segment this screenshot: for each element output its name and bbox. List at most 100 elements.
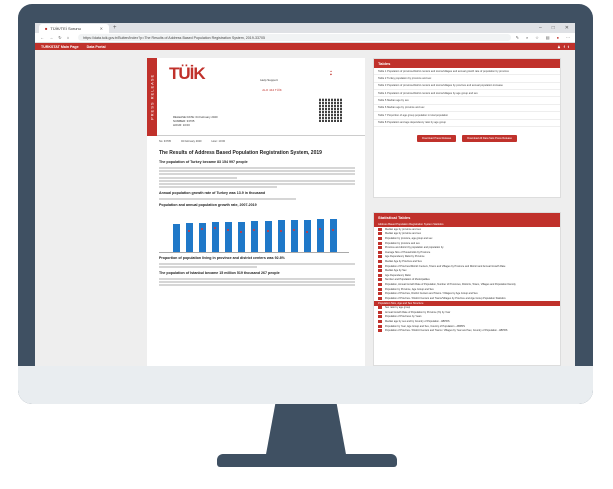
bulletin-body: No: 33705 04 February 2020 Hour: 10:00 T… — [159, 140, 355, 287]
bulletin-title: The Results of Address Based Population … — [159, 149, 322, 156]
chart-title: Population and annual population growth … — [159, 203, 257, 208]
excel-icon — [378, 292, 382, 296]
statistical-tables-panel: Statistical Tables Address Based Populat… — [373, 212, 561, 366]
minimize-icon[interactable]: – — [539, 25, 542, 31]
new-tab-icon[interactable]: + — [113, 25, 117, 31]
excel-icon — [378, 255, 382, 259]
extension-icon[interactable]: ✎ — [516, 35, 519, 40]
excel-icon — [378, 250, 382, 254]
stats-panel-title: Statistical Tables — [374, 213, 560, 222]
excel-icon — [378, 306, 382, 310]
tables-panel: Tables Table 1 Population of province/di… — [373, 58, 561, 198]
excel-icon — [378, 259, 382, 263]
growth-rate-point — [266, 229, 269, 232]
tab-strip: ■ TÜİK/TEİ Sorunu ✕ + – □ ✕ — [35, 23, 575, 33]
heading-proportion: Proportion of population living in provi… — [159, 255, 285, 260]
excel-icon — [378, 246, 382, 250]
table-link[interactable]: Table 1 Population of province/district … — [374, 68, 560, 76]
site-nav: TURKSTAT Main Page Data Portal ♟ f t — [35, 43, 575, 50]
tables-panel-title: Tables — [374, 59, 560, 68]
secondary-logo-icon: ▲ ◆ — [329, 70, 333, 77]
page-content: PRESS RELEASE TÜİK Help Support ALO 444 … — [35, 50, 575, 366]
paragraph-lines — [159, 167, 355, 179]
table-link[interactable]: Table 2 Turkey population by province an… — [374, 75, 560, 83]
chart-bar — [277, 220, 285, 252]
url-input[interactable]: https://data.tuik.gov.tr/Bulten/Index?p=… — [78, 34, 511, 41]
help-phone[interactable]: ALO 444 TÜİK — [262, 88, 281, 92]
population-chart — [159, 211, 349, 253]
excel-icon — [378, 329, 382, 333]
table-link[interactable]: Table 7 Proportion of age group populati… — [374, 112, 560, 120]
nav-data-portal[interactable]: Data Portal — [87, 45, 106, 49]
monitor-base — [217, 454, 397, 467]
chart-bar — [186, 223, 194, 252]
chart-bar — [251, 221, 259, 252]
reload-icon[interactable]: ↻ — [58, 35, 61, 40]
home-icon[interactable]: ⌂ — [67, 35, 69, 40]
profile-icon[interactable]: ● — [557, 35, 559, 40]
chart-bar — [225, 222, 233, 252]
nav-main-page[interactable]: TURKSTAT Main Page — [41, 45, 79, 49]
excel-icon — [378, 236, 382, 240]
monitor-chin — [18, 366, 593, 404]
chart-bar — [316, 219, 324, 252]
excel-icon — [378, 278, 382, 282]
table-link[interactable]: Table 3 Population of province/district … — [374, 83, 560, 91]
browser-tab[interactable]: ■ TÜİK/TEİ Sorunu ✕ — [39, 24, 109, 33]
chart-bar — [264, 220, 272, 252]
download-press-release-button[interactable]: Download Press Release — [417, 134, 457, 142]
address-bar-row: ← → ↻ ⌂ https://data.tuik.gov.tr/Bulten/… — [35, 33, 575, 43]
growth-rate-point — [188, 229, 191, 232]
menu-icon[interactable]: ⋯ — [566, 35, 570, 40]
date-text: 04 February 2020 — [180, 140, 202, 143]
bookmark-icon[interactable]: ▤ — [546, 35, 550, 40]
press-release-strip: PRESS RELEASE — [147, 58, 157, 136]
excel-icon — [378, 324, 382, 328]
close-icon[interactable]: ✕ — [100, 26, 103, 31]
release-hour: HOUR: 10:00 — [173, 122, 190, 127]
paragraph-lines — [159, 262, 355, 268]
table-link[interactable]: Table 8 Population and age dependency ra… — [374, 120, 560, 127]
help-support-label: Help Support — [260, 78, 278, 82]
table-link[interactable]: Table 6 Median age by province and sex — [374, 105, 560, 113]
table-link[interactable]: Table 5 Median age by sex — [374, 97, 560, 105]
back-icon[interactable]: ← — [40, 35, 44, 40]
growth-rate-point — [305, 230, 308, 233]
paragraph-lines — [159, 198, 355, 201]
table-link[interactable]: Table 4 Population of province/district … — [374, 90, 560, 98]
maximize-icon[interactable]: □ — [552, 25, 555, 31]
chart-bar — [303, 219, 311, 252]
monitor-stand — [265, 404, 347, 456]
user-icon[interactable]: ♟ — [557, 45, 560, 49]
window-close-icon[interactable]: ✕ — [565, 25, 569, 31]
excel-icon — [378, 310, 382, 314]
growth-rate-point — [331, 229, 334, 231]
hour-text: Hour: 10:00 — [211, 140, 226, 143]
download-all-data-button[interactable]: Download All Data Sets Press Release — [462, 134, 517, 142]
excel-icon — [378, 269, 382, 273]
paragraph-lines — [159, 179, 355, 189]
bulletin-header: PRESS RELEASE TÜİK Help Support ALO 444 … — [147, 58, 365, 136]
twitter-icon[interactable]: t — [568, 45, 569, 49]
number-text: No: 33705 — [159, 140, 171, 143]
bulletin-meta: RELEASE DATE: 04 February 2020 NUMBER: 3… — [173, 115, 218, 128]
heading-istanbul: The population of Istanbul became 15 mil… — [159, 270, 280, 275]
favicon-icon: ■ — [45, 26, 48, 31]
screen: ■ TÜİK/TEİ Sorunu ✕ + – □ ✕ ← → ↻ ⌂ http… — [35, 23, 575, 366]
chart-bar — [173, 223, 180, 252]
heading-population: The population of Turkey became 83 154 9… — [159, 160, 248, 165]
excel-icon — [378, 287, 382, 291]
search-icon[interactable]: ⌕ — [526, 35, 528, 40]
stat-table-link[interactable]: Population of Province / District Center… — [374, 328, 560, 333]
excel-icon — [378, 282, 382, 286]
excel-icon — [378, 264, 382, 268]
chart-bar — [238, 221, 246, 252]
star-icon[interactable]: ☆ — [535, 35, 539, 40]
monitor-frame: ■ TÜİK/TEİ Sorunu ✕ + – □ ✕ ← → ↻ ⌂ http… — [18, 4, 593, 404]
facebook-icon[interactable]: f — [564, 45, 565, 49]
paragraph-lines — [159, 277, 355, 287]
forward-icon[interactable]: → — [49, 35, 53, 40]
excel-icon — [378, 315, 382, 319]
excel-icon — [378, 241, 382, 245]
chart-bar — [329, 218, 337, 252]
